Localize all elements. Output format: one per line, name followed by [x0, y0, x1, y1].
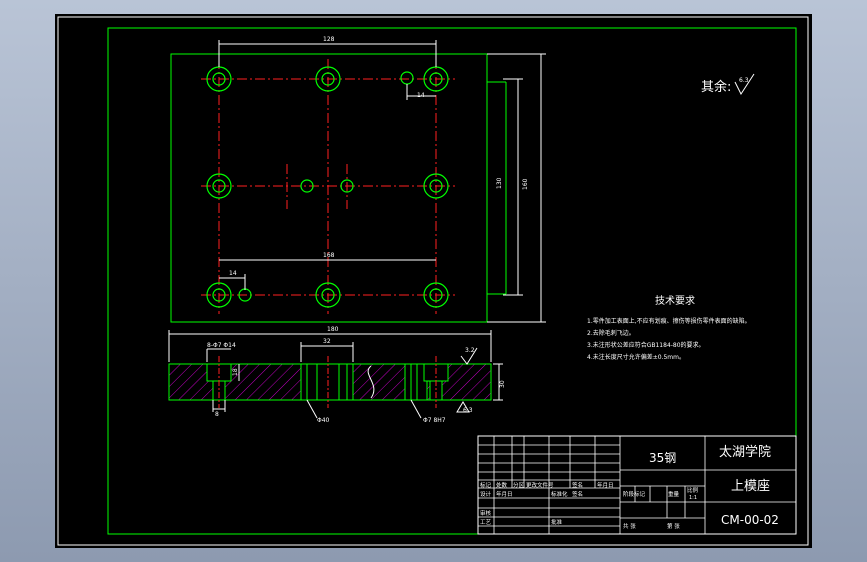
dim-offset-bottom: 14	[229, 270, 237, 277]
school-name: 太湖学院	[719, 444, 771, 460]
tb-weight: 重量	[668, 490, 680, 498]
surface-finish-note: 其余: 6.3	[701, 73, 755, 96]
drawing-canvas: 128 14 168 14 130 160 其余: 6.3 技术要求 1.零件加…	[57, 16, 809, 546]
tech-item-1: 1.零件加工表面上,不应有划痕、擦伤等损伤零件表面的缺陷。	[587, 317, 751, 325]
tech-item-4: 4.未注长度尺寸允许偏差±0.5mm。	[587, 353, 685, 361]
tb-stage-mark: 阶段标记	[623, 490, 646, 498]
tb-label-zone: 分区	[513, 481, 525, 489]
dim-offset-top: 14	[417, 92, 425, 99]
tb-label-review: 审核	[480, 509, 492, 517]
surface-finish-value: 6.3	[739, 77, 749, 84]
tb-label-mark: 标记	[480, 481, 492, 489]
tb-designer-date: 年月日	[496, 490, 513, 498]
tb-total-sheets: 共 张	[623, 522, 636, 530]
material: 35钢	[649, 451, 676, 465]
surface-finish-label: 其余:	[701, 79, 731, 95]
drawing-number: CM-00-02	[721, 513, 779, 527]
tb-label-process: 工艺	[480, 519, 492, 526]
tech-item-3: 3.未注形状公差应符合GB1184-80的要求。	[587, 341, 705, 349]
tb-label-date: 年月日	[597, 481, 614, 489]
tb-label-sign: 签名	[572, 481, 583, 489]
dim-inner-width: 168	[323, 252, 335, 259]
dim-overall-width: 180	[327, 326, 339, 333]
dim-counterbore: 8-Φ7 Φ14	[207, 342, 236, 349]
tb-scale-label: 比例	[687, 486, 699, 494]
tb-sheet-no: 第 张	[667, 522, 680, 530]
part-name: 上模座	[731, 479, 770, 494]
dim-section-height: 30	[499, 380, 506, 388]
inner-border	[107, 27, 797, 535]
finish-section: 3.2	[465, 347, 475, 354]
tb-label-standard: 标准化	[551, 490, 568, 498]
dim-depth: 18	[232, 368, 239, 376]
cad-viewport[interactable]: 128 14 168 14 130 160 其余: 6.3 技术要求 1.零件加…	[55, 14, 812, 548]
tb-label-approve: 批准	[551, 518, 563, 526]
dim-inner-height: 130	[496, 177, 503, 189]
dim-hole-b: Φ7 8H7	[423, 417, 446, 424]
dim-hole-a: Φ40	[317, 417, 330, 424]
dim-outer-height: 160	[522, 178, 529, 190]
tb-label-design: 设计	[480, 490, 492, 498]
tb-label-change: 更改文件号	[526, 481, 554, 489]
tech-item-2: 2.去除毛刺飞边。	[587, 329, 635, 337]
dim-top-width: 128	[323, 36, 335, 43]
tech-title: 技术要求	[655, 294, 695, 307]
tech-requirements: 技术要求 1.零件加工表面上,不应有划痕、擦伤等损伤零件表面的缺陷。 2.去除毛…	[587, 294, 751, 361]
plan-view: 128 14 168 14 130 160	[170, 36, 546, 323]
dim-bottom: 8	[215, 411, 219, 418]
plate-outline	[170, 53, 488, 323]
tb-label-count: 处数	[496, 481, 508, 489]
section-view: 180 32 8-Φ7 Φ14 30 18 8 Φ40 Φ7 8H7 3.2 6…	[168, 326, 506, 424]
tb-designer-sign: 签名	[572, 490, 583, 498]
title-block: 35钢 太湖学院 上模座 CM-00-02 1:1 标记 处数 分区 更改文件号…	[477, 435, 797, 535]
scale: 1:1	[689, 495, 697, 501]
dim-section-width: 32	[323, 338, 331, 345]
